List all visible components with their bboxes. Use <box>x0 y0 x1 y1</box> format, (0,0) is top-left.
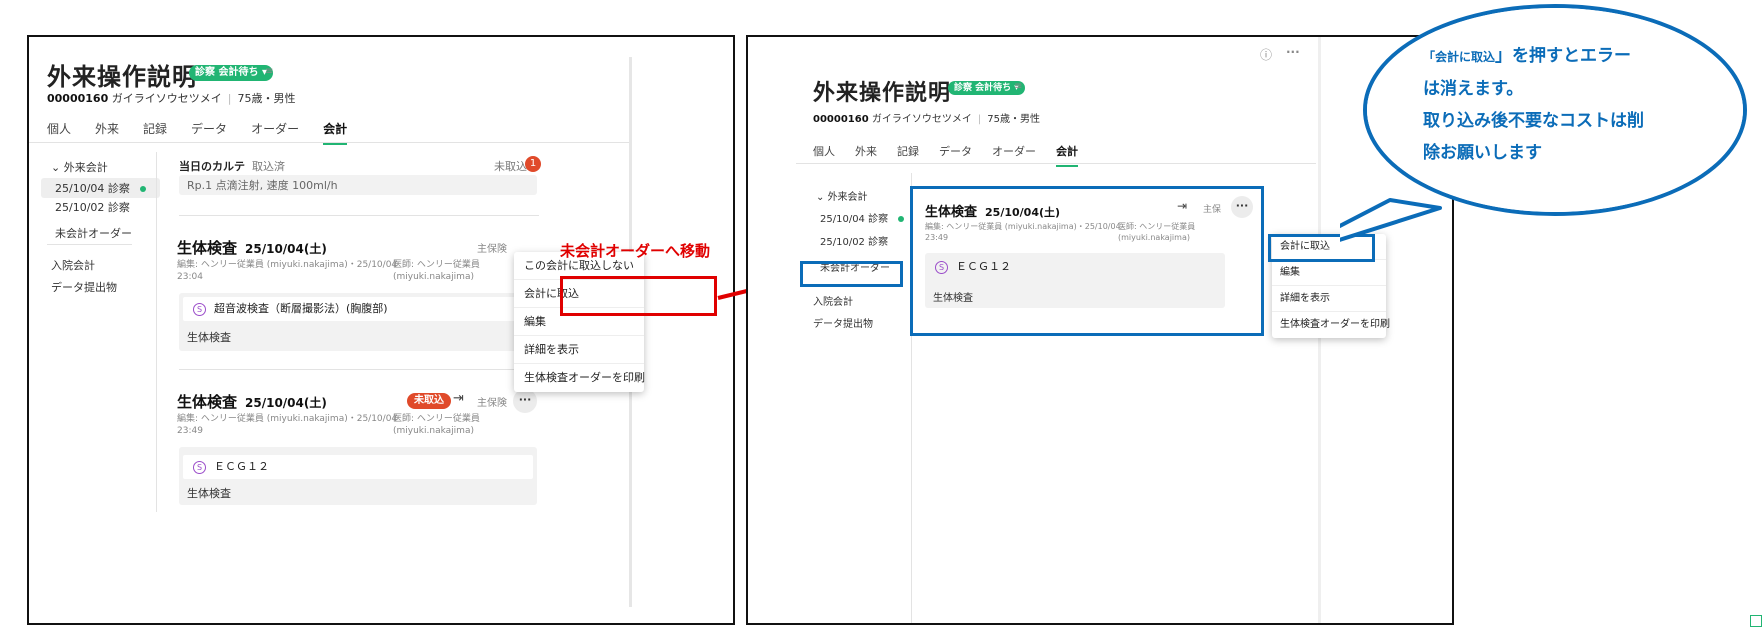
billing-s-icon: S <box>193 460 206 474</box>
order-doctor-meta: 医師: ヘンリー従業員 (miyuki.nakajima) <box>393 259 480 283</box>
order-title-text: 生体検査 <box>177 239 238 257</box>
chevron-down-icon: ⌄ <box>816 192 828 203</box>
menu-item-print[interactable]: 生体検査オーダーを印刷 <box>514 364 645 392</box>
order-editor-meta: 編集: ヘンリー従業員 (miyuki.nakajima)・25/10/04 23… <box>177 259 397 283</box>
callout-line-4: 除お願いします <box>1423 143 1542 163</box>
callout-line-1-rest: 」を押すとエラー <box>1495 46 1632 66</box>
section-tab-imported[interactable]: 取込済 <box>252 158 285 174</box>
sidebar-visit-label: 25/10/04 診察 <box>55 182 130 195</box>
callout-button-name: 会計に取込 <box>1435 50 1496 64</box>
page-title: 外来操作説明 <box>813 81 952 106</box>
not-imported-label[interactable]: 未取込 <box>494 158 527 174</box>
menu-item-details[interactable]: 詳細を表示 <box>514 336 644 364</box>
sidebar-visit-2[interactable]: 25/10/02 診察 <box>55 199 130 215</box>
card-divider <box>179 369 539 370</box>
sidebar-item-data-submissions[interactable]: データ提出物 <box>51 279 117 295</box>
doctor-id: (miyuki.nakajima) <box>393 272 474 282</box>
editor-line: 編集: ヘンリー従業員 (miyuki.nakajima)・25/10/04 <box>177 260 398 270</box>
sidebar-visit-label: 25/10/04 診察 <box>820 214 889 225</box>
order-item-name: ＥＣＧ１２ <box>214 460 269 473</box>
billing-s-icon: S <box>193 302 206 316</box>
menu-item-details[interactable]: 詳細を表示 <box>1272 286 1386 312</box>
sidebar-item-inpatient-billing[interactable]: 入院会計 <box>51 257 95 273</box>
memo-icon[interactable]: ≡ <box>1014 81 1022 92</box>
highlight-order-card <box>910 186 1264 336</box>
previous-order-box: Rp.1 点滴注射, 速度 100ml/h <box>179 175 537 195</box>
highlight-exclude-menu-item <box>560 276 717 316</box>
corner-marker-icon <box>1750 615 1762 627</box>
page-title: 外来操作説明 <box>47 63 197 91</box>
chevron-down-icon: ⌄ <box>51 161 64 174</box>
order-item-row[interactable]: S 超音波検査（断層撮影法）(胸腹部) <box>183 297 533 321</box>
order-category-label: 生体検査 <box>187 487 231 500</box>
not-imported-count-badge: 1 <box>525 156 541 172</box>
patient-info: 00000160 ガイライソウセツメイ | 75歳・男性 <box>47 92 296 105</box>
edit-time: 23:04 <box>177 272 203 282</box>
editor-line: 編集: ヘンリー従業員 (miyuki.nakajima)・25/10/04 <box>177 414 398 424</box>
patient-name: ガイライソウセツメイ <box>871 114 972 125</box>
insurance-label: 主保険 <box>477 244 507 255</box>
order-editor-meta: 編集: ヘンリー従業員 (miyuki.nakajima)・25/10/04 23… <box>177 413 397 437</box>
order-card-title: 生体検査 25/10/04(土) <box>177 237 327 258</box>
patient-id: 00000160 <box>813 114 869 125</box>
previous-order-text: Rp.1 点滴注射, 速度 100ml/h <box>187 179 338 192</box>
more-options-button[interactable]: ··· <box>513 389 537 413</box>
highlight-unbilled-orders <box>800 261 903 287</box>
edit-time: 23:49 <box>177 426 203 436</box>
sidebar-item-unbilled-orders[interactable]: 未会計オーダー <box>55 225 132 241</box>
callout-text: 「会計に取込」を押すとエラー は消えます。 取り込み後不要なコストは削 除お願い… <box>1423 40 1644 169</box>
section-tab-today[interactable]: 当日のカルテ <box>179 158 245 174</box>
active-dot-icon <box>139 186 146 192</box>
patient-name: ガイライソウセツメイ <box>111 92 222 105</box>
sidebar-visit-1[interactable]: 25/10/04 診察 <box>820 210 905 225</box>
patient-id: 00000160 <box>47 92 109 105</box>
annotation-move-to-unbilled: 未会計オーダーへ移動 <box>560 242 711 260</box>
order-item-box: S ＥＣＧ１２ 生体検査 <box>179 447 537 505</box>
left-screenshot-panel: 外来操作説明 診察 会計待ち ▾ ≡ 00000160 ガイライソウセツメイ | 7… <box>27 35 735 625</box>
order-card-title: 生体検査 25/10/04(土) <box>177 391 327 412</box>
sidebar-group-label: 外来会計 <box>63 161 108 174</box>
card-divider <box>179 215 539 216</box>
status-badge[interactable]: 診察 会計待ち ▾ <box>189 65 273 81</box>
memo-icon[interactable]: ≡ <box>265 66 273 77</box>
order-date: 25/10/04(土) <box>245 242 327 256</box>
import-icon[interactable]: ⇥ <box>453 391 464 406</box>
callout-bracket: 「 <box>1423 50 1436 64</box>
sidebar-visit-2[interactable]: 25/10/02 診察 <box>820 233 888 248</box>
order-doctor-meta: 医師: ヘンリー従業員 (miyuki.nakajima) <box>393 413 480 437</box>
order-date: 25/10/04(土) <box>245 396 327 410</box>
comment-icon[interactable]: ⓘ <box>1260 46 1272 63</box>
doctor-line: 医師: ヘンリー従業員 <box>393 414 480 424</box>
sidebar-item-data-submissions[interactable]: データ提出物 <box>813 315 873 330</box>
order-item-row[interactable]: S ＥＣＧ１２ <box>183 455 533 479</box>
doctor-line: 医師: ヘンリー従業員 <box>393 260 480 270</box>
sidebar-group-label: 外来会計 <box>827 192 868 203</box>
patient-info: 00000160 ガイライソウセツメイ | 75歳・男性 <box>813 114 1040 125</box>
order-item-box: S 超音波検査（断層撮影法）(胸腹部) 生体検査 <box>179 293 537 351</box>
sidebar-divider <box>47 244 132 245</box>
order-item-name: 超音波検査（断層撮影法）(胸腹部) <box>214 302 388 315</box>
context-menu: この会計に取込しない 会計に取込 編集 詳細を表示 生体検査オーダーを印刷 <box>514 252 645 392</box>
sidebar-divider-vertical <box>156 152 157 512</box>
order-title-text: 生体検査 <box>177 393 238 411</box>
menu-item-print[interactable]: 生体検査オーダーを印刷 <box>1272 312 1390 338</box>
doctor-id: (miyuki.nakajima) <box>393 426 474 436</box>
sidebar-item-inpatient-billing[interactable]: 入院会計 <box>813 293 853 308</box>
more-icon[interactable]: ··· <box>1286 45 1300 59</box>
sidebar-group-outpatient-billing[interactable]: ⌄ 外来会計 <box>816 188 868 203</box>
order-category-label: 生体検査 <box>187 331 231 344</box>
sidebar-group-outpatient-billing[interactable]: ⌄ 外来会計 <box>51 159 108 175</box>
patient-age: 75歳・男性 <box>237 92 296 105</box>
active-dot-icon <box>898 216 905 222</box>
callout-line-1: 「会計に取込」を押すとエラー <box>1423 40 1644 73</box>
callout-line-2: は消えます。 <box>1423 79 1524 99</box>
insurance-label: 主保険 <box>477 398 507 409</box>
not-imported-badge: 未取込 <box>407 393 451 409</box>
sidebar-visit-1[interactable]: 25/10/04 診察 <box>41 178 160 198</box>
callout-line-3: 取り込み後不要なコストは削 <box>1423 111 1644 131</box>
tabs-divider <box>29 142 629 143</box>
patient-age: 75歳・男性 <box>987 114 1040 125</box>
tabs-divider <box>796 163 1316 164</box>
